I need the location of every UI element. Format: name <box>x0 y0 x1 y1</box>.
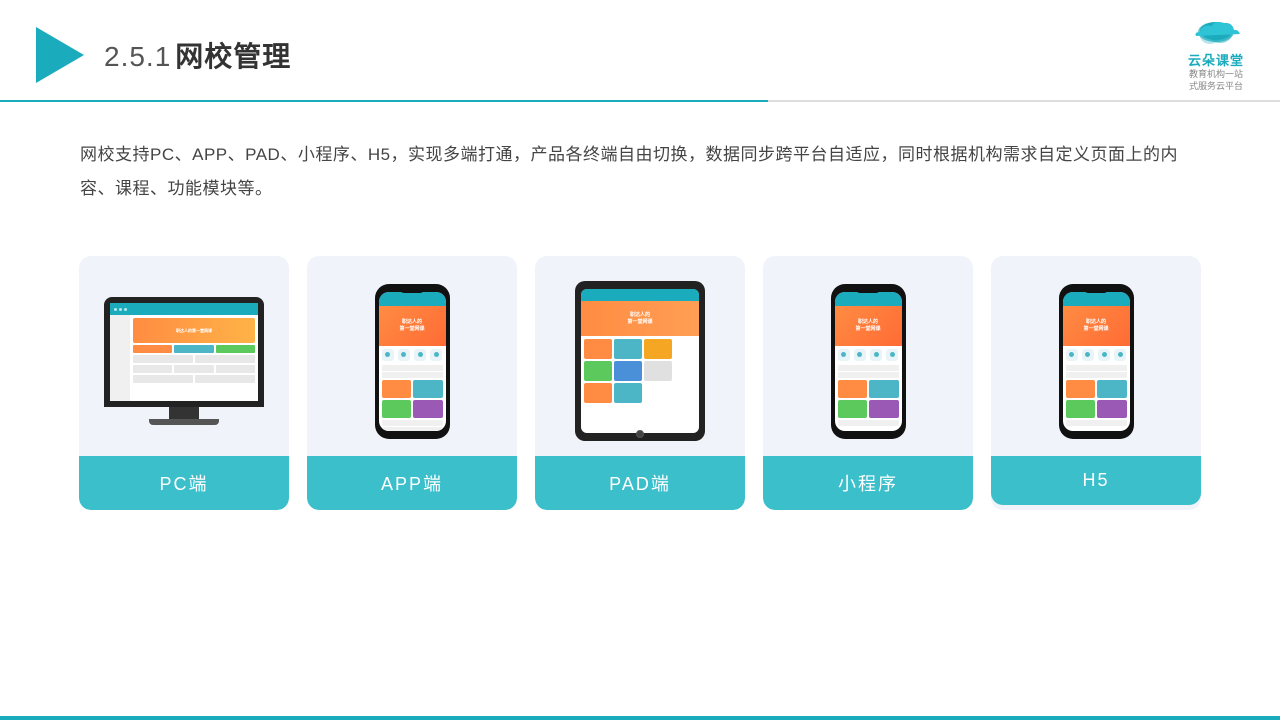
pc-mockup: 职达人的第一堂网课 <box>104 297 264 425</box>
card-h5: 职达人的第一堂网课 <box>991 256 1201 510</box>
brand-logo: 云朵课堂 教育机构一站式服务云平台 <box>1188 18 1244 92</box>
card-h5-image: 职达人的第一堂网课 <box>991 256 1201 456</box>
bottom-accent-line <box>0 716 1280 720</box>
card-pc-image: 职达人的第一堂网课 <box>79 256 289 456</box>
brand-name: 云朵课堂 <box>1188 50 1244 69</box>
phone-mockup-mini: 职达人的第一堂网课 <box>831 284 906 439</box>
card-pc: 职达人的第一堂网课 <box>79 256 289 510</box>
cloud-icon <box>1188 18 1244 48</box>
cards-grid: 职达人的第一堂网课 <box>0 236 1280 540</box>
phone-mockup-app: 职达人的第一堂网课 <box>375 284 450 439</box>
card-app-image: 职达人的第一堂网课 <box>307 256 517 456</box>
card-pc-label: PC端 <box>79 456 289 510</box>
card-app: 职达人的第一堂网课 <box>307 256 517 510</box>
card-pad-image: 职达人的第一堂网课 <box>535 256 745 456</box>
phone-mockup-h5: 职达人的第一堂网课 <box>1059 284 1134 439</box>
card-pad: 职达人的第一堂网课 PAD端 <box>535 256 745 510</box>
card-pad-label: PAD端 <box>535 456 745 510</box>
brand-slogan: 教育机构一站式服务云平台 <box>1189 69 1243 92</box>
brand-triangle-icon <box>36 27 84 83</box>
page-header: 2.5.1网校管理 云朵课堂 教育机构一站式服务云平台 <box>0 0 1280 92</box>
page-title: 2.5.1网校管理 <box>104 35 291 75</box>
card-app-label: APP端 <box>307 456 517 510</box>
header-divider <box>0 100 1280 102</box>
description-text: 网校支持PC、APP、PAD、小程序、H5，实现多端打通，产品各终端自由切换，数… <box>0 92 1280 226</box>
card-h5-label: H5 <box>991 456 1201 505</box>
card-miniprogram-label: 小程序 <box>763 456 973 510</box>
card-miniprogram-image: 职达人的第一堂网课 <box>763 256 973 456</box>
tablet-mockup: 职达人的第一堂网课 <box>575 281 705 441</box>
card-miniprogram: 职达人的第一堂网课 <box>763 256 973 510</box>
